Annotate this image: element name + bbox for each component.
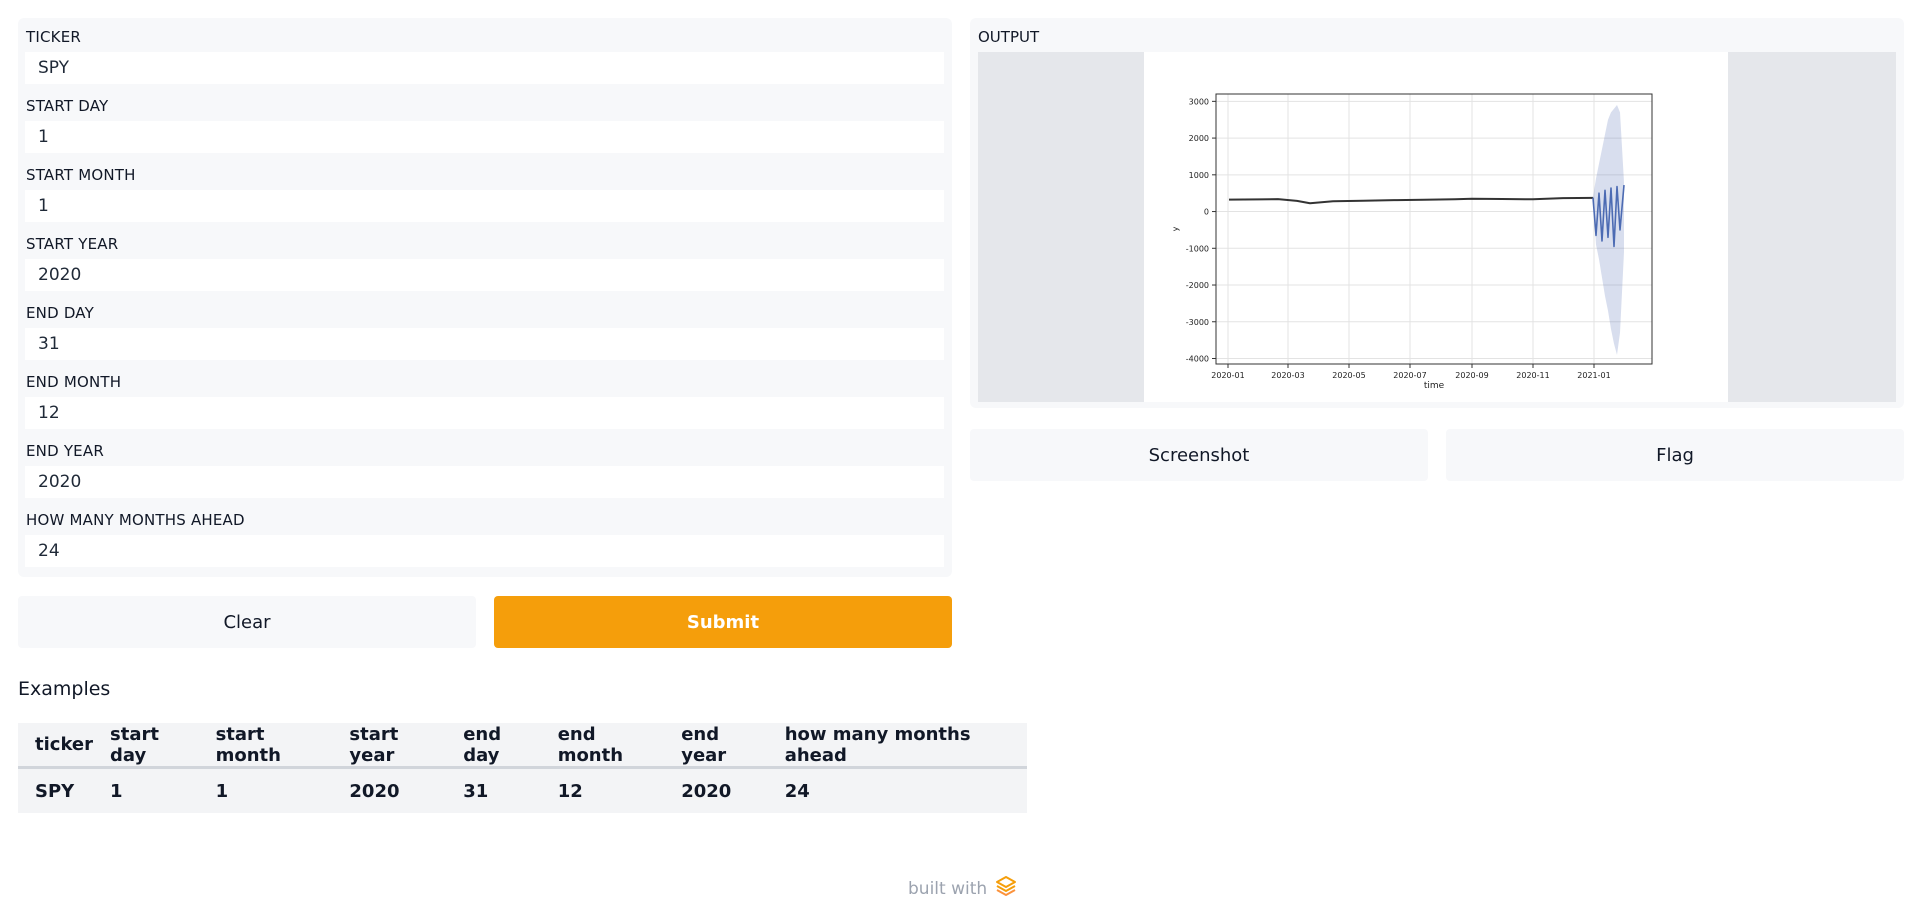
clear-button[interactable]: Clear [18, 596, 476, 648]
field-start-month: START MONTH [18, 156, 952, 225]
footer-text: built with [908, 878, 988, 899]
plot-frame [1215, 93, 1653, 365]
end-day-input[interactable] [25, 328, 944, 360]
start-year-input[interactable] [25, 259, 944, 291]
y-tick-label: -4000 [1186, 354, 1209, 363]
example-cell: 12 [557, 780, 583, 802]
field-start-day: START DAY [18, 87, 952, 156]
examples-header-row: ticker start day start month start year … [18, 723, 1027, 769]
example-cell: 24 [784, 780, 810, 802]
examples-title: Examples [18, 678, 111, 700]
x-tick-label: 2020-07 [1393, 371, 1426, 380]
field-label-start-month: START MONTH [26, 166, 136, 184]
field-label-ticker: TICKER [26, 28, 81, 46]
y-tick-label: 3000 [1189, 97, 1209, 106]
x-axis-label: time [1424, 381, 1445, 391]
field-end-day: END DAY [18, 294, 952, 363]
y-axis-label: y [1171, 226, 1180, 231]
grid-lines [1216, 94, 1652, 364]
field-ticker: TICKER [18, 18, 952, 87]
y-tick-label: 2000 [1189, 134, 1209, 143]
x-tick-label: 2020-05 [1332, 371, 1365, 380]
x-tick-label: 2020-01 [1211, 371, 1244, 380]
output-plot-image: 3000 2000 1000 0 -1000 -2000 -3000 -4000 2020-01… [1144, 52, 1728, 402]
examples-table: ticker start day start month start year … [18, 723, 1027, 813]
example-cell: 2020 [349, 780, 400, 802]
history-line [1228, 196, 1594, 205]
y-tick-label: -2000 [1186, 281, 1209, 290]
field-label-start-day: START DAY [26, 97, 109, 115]
example-row[interactable]: SPY 1 1 2020 31 12 2020 24 [18, 768, 1027, 814]
y-tick-label: 1000 [1189, 171, 1209, 180]
field-label-start-year: START YEAR [26, 235, 119, 253]
field-label-end-day: END DAY [26, 304, 94, 322]
submit-button[interactable]: Submit [494, 596, 952, 648]
y-tick-label: -1000 [1186, 244, 1209, 253]
tick-labels: 3000 2000 1000 0 -1000 -2000 -3000 -40002020-01… [1186, 97, 1611, 380]
ticker-input[interactable] [25, 52, 944, 84]
flag-button[interactable]: Flag [1446, 429, 1904, 481]
examples-header-start-month: start month [198, 723, 333, 769]
field-end-month: END MONTH [18, 363, 952, 432]
forecast-chart: 3000 2000 1000 0 -1000 -2000 -3000 -40002020-01… [1171, 93, 1653, 391]
field-label-months-ahead: HOW MANY MONTHS AHEAD [26, 511, 245, 529]
x-tick-label: 2021-01 [1577, 371, 1610, 380]
examples-header-end-day: end day [446, 723, 541, 769]
x-tick-label: 2020-11 [1516, 371, 1549, 380]
example-cell: 1 [215, 780, 229, 802]
examples-header-end-month: end month [540, 723, 665, 769]
start-month-input[interactable] [25, 190, 944, 222]
example-cell: 31 [463, 780, 489, 802]
output-panel: OUTPUT 3000 2000 1000 0 -1000 -2000 -3000 -4000… [970, 18, 1904, 408]
x-tick-label: 2020-03 [1271, 371, 1304, 380]
output-image-frame: 3000 2000 1000 0 -1000 -2000 -3000 -4000 2020-01… [978, 52, 1896, 402]
output-label: OUTPUT [978, 28, 1040, 46]
x-tick-label: 2020-09 [1455, 371, 1488, 380]
months-ahead-input[interactable] [25, 535, 944, 567]
screenshot-button[interactable]: Screenshot [970, 429, 1428, 481]
input-panel: TICKER START DAY START MONTH START YEAR … [18, 18, 952, 577]
start-day-input[interactable] [25, 121, 944, 153]
examples-header-ticker: ticker [18, 723, 94, 769]
field-months-ahead: HOW MANY MONTHS AHEAD [18, 501, 952, 570]
example-cell: 2020 [681, 780, 732, 802]
gradio-logo-icon[interactable] [995, 875, 1017, 902]
examples-header-end-year: end year [664, 723, 768, 769]
end-month-input[interactable] [25, 397, 944, 429]
field-end-year: END YEAR [18, 432, 952, 501]
field-label-end-month: END MONTH [26, 373, 122, 391]
end-year-input[interactable] [25, 466, 944, 498]
y-tick-label: -3000 [1186, 318, 1209, 327]
footer: built with [908, 875, 1017, 902]
examples-header-start-year: start year [332, 723, 447, 769]
field-label-end-year: END YEAR [26, 442, 104, 460]
field-start-year: START YEAR [18, 225, 952, 294]
examples-header-months-ahead: how many months ahead [767, 723, 1027, 769]
y-tick-label: 0 [1204, 208, 1209, 217]
examples-header-start-day: start day [93, 723, 199, 769]
example-cell: SPY [35, 780, 75, 802]
example-cell: 1 [110, 780, 123, 802]
